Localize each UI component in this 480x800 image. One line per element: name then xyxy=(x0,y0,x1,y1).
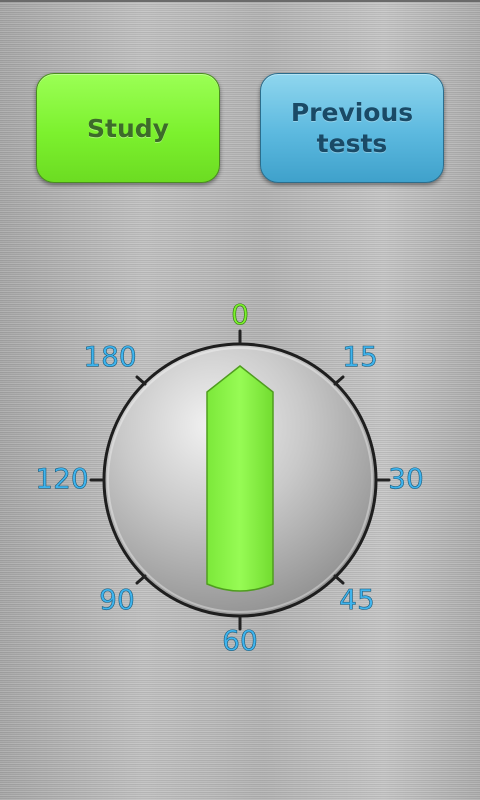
tick-90 xyxy=(135,574,147,585)
scale-label-0: 0 xyxy=(231,298,249,331)
scale-label-15: 15 xyxy=(342,340,378,373)
scale-label-30: 30 xyxy=(388,462,424,495)
tick-15 xyxy=(333,375,345,386)
scale-label-120: 120 xyxy=(35,462,88,495)
scale-label-180: 180 xyxy=(83,340,136,373)
timer-dial[interactable]: 0 15 30 45 60 90 120 180 xyxy=(0,0,480,800)
timer-pointer[interactable] xyxy=(206,365,274,592)
scale-label-45: 45 xyxy=(339,583,375,616)
scale-label-60: 60 xyxy=(222,624,258,657)
tick-180 xyxy=(135,375,147,386)
tick-45 xyxy=(333,574,345,585)
scale-label-90: 90 xyxy=(99,583,135,616)
